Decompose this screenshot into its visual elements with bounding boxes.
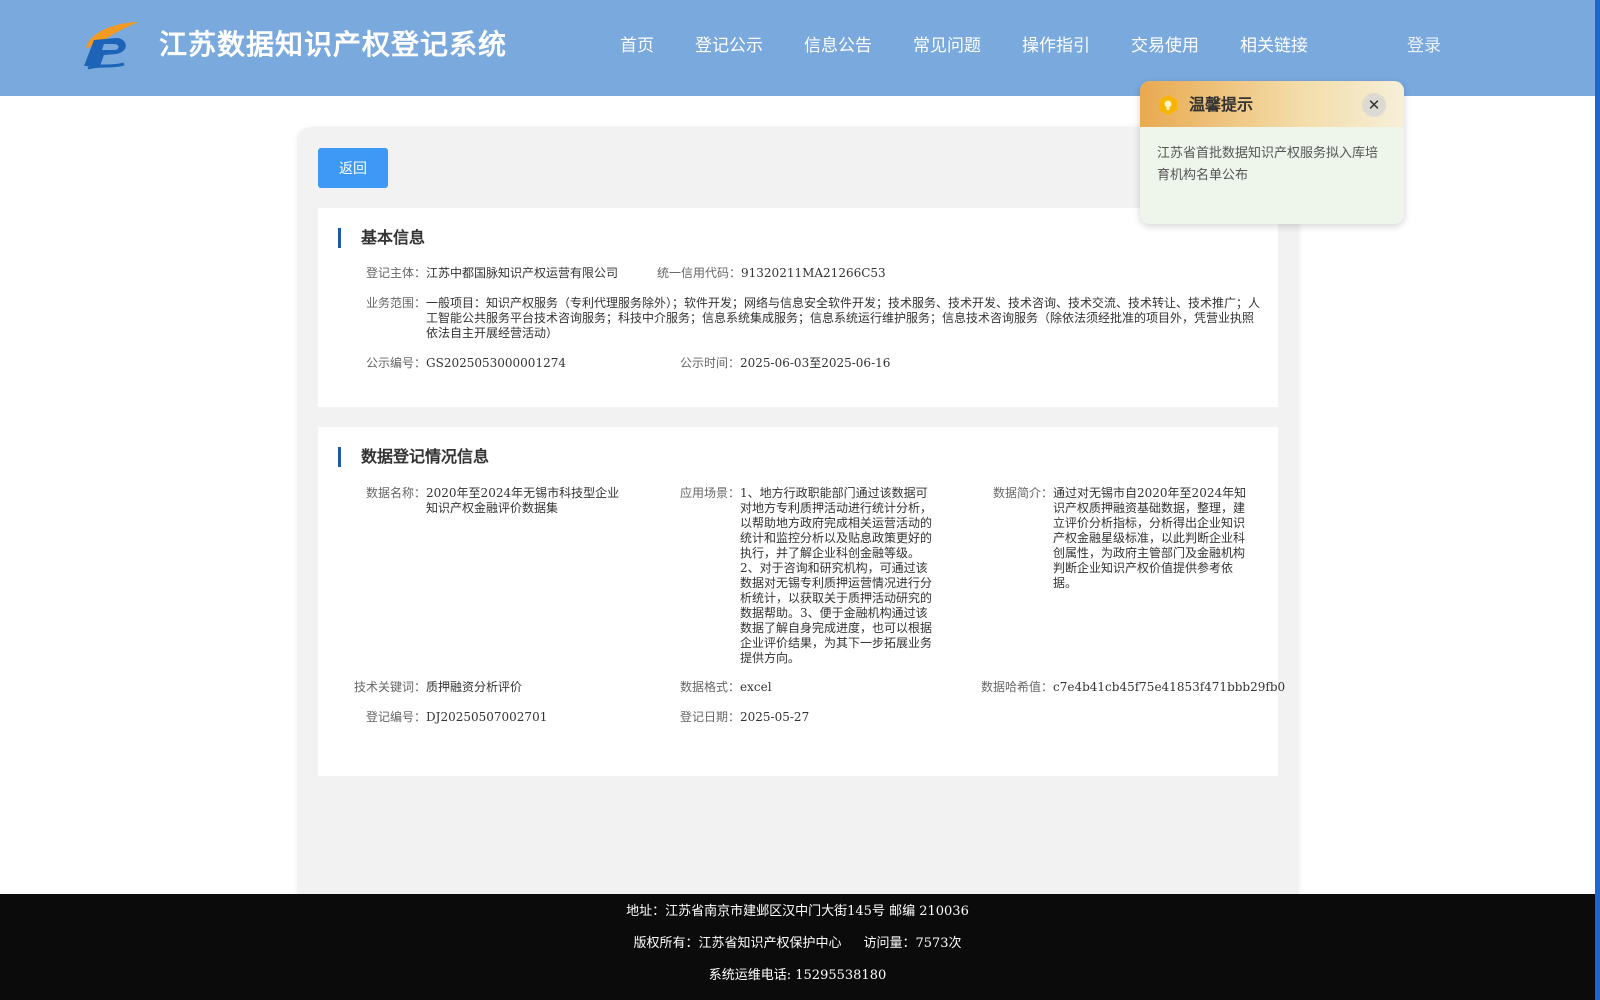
application-scene-value: 1、地方行政职能部门通过该数据可对地方专利质押活动进行统计分析，以帮助地方政府完…: [740, 486, 933, 665]
data-format-label: 数据格式：: [680, 680, 741, 694]
credit-code-label: 统一信用代码：: [657, 266, 742, 280]
data-name-label: 数据名称：: [366, 486, 427, 500]
data-registration-section: 数据登记情况信息 数据名称： 2020年至2024年无锡市科技型企业知识产权金融…: [318, 427, 1285, 776]
data-name-value: 2020年至2024年无锡市科技型企业知识产权金融评价数据集: [426, 486, 620, 515]
registrant-value: 江苏中都国脉知识产权运营有限公司: [426, 266, 619, 280]
registration-date-value: 2025-05-27: [740, 710, 810, 724]
nav-guide[interactable]: 操作指引: [1022, 33, 1090, 59]
site-title: 江苏数据知识产权登记系统: [159, 28, 508, 61]
data-intro-label: 数据简介：: [993, 486, 1054, 500]
section-title-basic-info: 基本信息: [338, 228, 425, 248]
field-publicity-number: 公示编号： GS2025053000001274: [366, 356, 566, 371]
page-footer: 地址：江苏省南京市建邺区汉中门大街145号 邮编 210036 版权所有：江苏省…: [0, 894, 1595, 1000]
footer-copyright-line: 版权所有：江苏省知识产权保护中心 访问量：7573次: [0, 934, 1595, 954]
nav-registration-publicity[interactable]: 登记公示: [695, 33, 763, 59]
application-scene-label: 应用场景：: [680, 486, 741, 500]
business-scope-label: 业务范围：: [366, 296, 427, 310]
notice-popup: 温馨提示 ✕ 江苏省首批数据知识产权服务拟入库培育机构名单公布: [1140, 81, 1404, 224]
notice-popup-title: 温馨提示: [1189, 95, 1254, 114]
nav-announcements[interactable]: 信息公告: [804, 33, 872, 59]
footer-address: 地址：江苏省南京市建邺区汉中门大街145号 邮编 210036: [626, 904, 969, 919]
close-icon[interactable]: ✕: [1362, 93, 1386, 117]
login-link[interactable]: 登录: [1407, 33, 1441, 59]
data-hash-value: c7e4b41cb45f75e41853f471bbb29fb0: [1053, 680, 1286, 694]
basic-info-section: 基本信息 登记主体： 江苏中都国脉知识产权运营有限公司 统一信用代码： 9132…: [318, 208, 1278, 407]
registration-number-label: 登记编号：: [366, 710, 427, 724]
field-data-hash: 数据哈希值： c7e4b41cb45f75e41853f471bbb29fb0: [981, 680, 1285, 695]
registrant-label: 登记主体：: [366, 266, 427, 280]
data-intro-value: 通过对无锡市自2020年至2024年知识产权质押融资基础数据，整理，建立评价分析…: [1053, 486, 1247, 590]
main-nav: 首页 登记公示 信息公告 常见问题 操作指引 交易使用 相关链接: [620, 33, 1349, 59]
field-publicity-time: 公示时间： 2025-06-03至2025-06-16: [680, 356, 890, 371]
back-button[interactable]: 返回: [318, 148, 388, 188]
business-scope-value: 一般项目：知识产权服务（专利代理服务除外）；软件开发；网络与信息安全软件开发；技…: [426, 296, 1261, 340]
registration-number-value: DJ20250507002701: [426, 710, 548, 724]
field-application-scene: 应用场景： 1、地方行政职能部门通过该数据可对地方专利质押活动进行统计分析，以帮…: [680, 486, 936, 666]
field-registrant: 登记主体： 江苏中都国脉知识产权运营有限公司: [366, 266, 618, 281]
credit-code-value: 91320211MA21266C53: [741, 266, 886, 280]
field-data-intro: 数据简介： 通过对无锡市自2020年至2024年知识产权质押融资基础数据，整理，…: [993, 486, 1249, 591]
tech-keywords-value: 质押融资分析评价: [426, 680, 523, 694]
notice-popup-link[interactable]: 江苏省首批数据知识产权服务拟入库培育机构名单公布: [1157, 143, 1389, 187]
nav-faq[interactable]: 常见问题: [913, 33, 981, 59]
publicity-time-value: 2025-06-03至2025-06-16: [740, 356, 891, 370]
tech-keywords-label: 技术关键词：: [354, 680, 427, 694]
publicity-number-value: GS2025053000001274: [426, 356, 566, 370]
footer-phone: 系统运维电话: 15295538180: [708, 968, 887, 983]
field-registration-date: 登记日期： 2025-05-27: [680, 710, 809, 725]
publicity-time-label: 公示时间：: [680, 356, 741, 370]
publicity-number-label: 公示编号：: [366, 356, 427, 370]
nav-links[interactable]: 相关链接: [1240, 33, 1308, 59]
lightbulb-icon: [1159, 95, 1177, 115]
data-hash-label: 数据哈希值：: [981, 680, 1054, 694]
field-business-scope: 业务范围： 一般项目：知识产权服务（专利代理服务除外）；软件开发；网络与信息安全…: [366, 296, 1266, 341]
page-scrollbar[interactable]: [1595, 0, 1600, 1000]
field-tech-keywords: 技术关键词： 质押融资分析评价: [354, 680, 522, 695]
field-data-format: 数据格式： excel: [680, 680, 772, 695]
footer-copyright: 版权所有：江苏省知识产权保护中心: [633, 936, 842, 951]
site-logo[interactable]: [80, 18, 142, 72]
data-format-value: excel: [740, 680, 772, 694]
field-credit-code: 统一信用代码： 91320211MA21266C53: [657, 266, 886, 281]
registration-date-label: 登记日期：: [680, 710, 741, 724]
nav-trading[interactable]: 交易使用: [1131, 33, 1199, 59]
nav-home[interactable]: 首页: [620, 33, 654, 59]
section-title-data-registration: 数据登记情况信息: [338, 447, 489, 467]
field-data-name: 数据名称： 2020年至2024年无锡市科技型企业知识产权金融评价数据集: [366, 486, 622, 516]
field-registration-number: 登记编号： DJ20250507002701: [366, 710, 547, 725]
footer-visits: 访问量：7573次: [863, 936, 962, 951]
notice-popup-header: 温馨提示 ✕: [1140, 81, 1404, 127]
